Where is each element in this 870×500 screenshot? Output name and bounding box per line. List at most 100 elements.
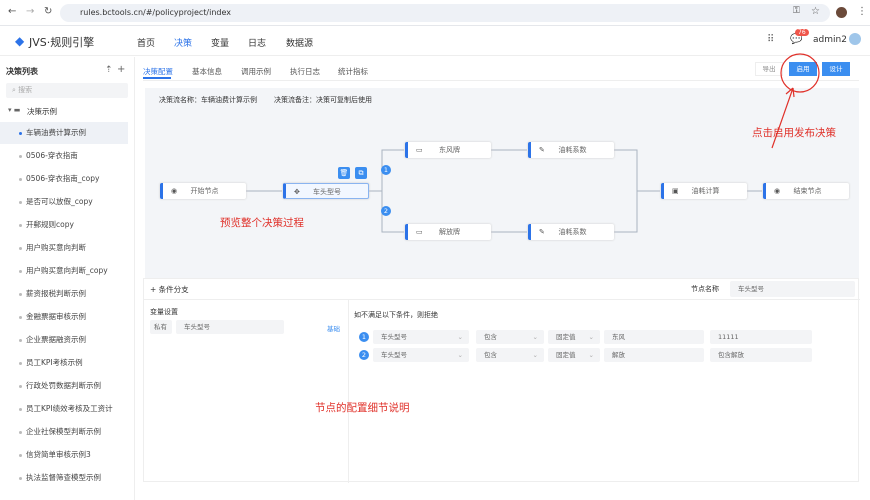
sidebar-item[interactable]: 0506-穿衣指南 [0, 145, 128, 167]
field-select[interactable]: 车头型号 ⌄ [373, 330, 469, 344]
sidebar-item[interactable]: 0506-穿衣指南_copy [0, 168, 128, 190]
chevron-down-icon: ⌄ [533, 348, 538, 362]
forward-icon[interactable]: → [26, 6, 34, 17]
node-start[interactable]: ◉开始节点 [160, 183, 246, 199]
app-header: ◆ JVS·规则引擎 [0, 26, 870, 56]
tab-call-example[interactable]: 调用示例 [241, 66, 271, 77]
field-value: 包含解放 [718, 351, 744, 359]
result-input[interactable]: 包含解放 [710, 348, 812, 362]
back-icon[interactable]: ← [8, 6, 16, 17]
sidebar-item[interactable]: 金融票据审核示例 [0, 306, 128, 328]
field-value: 车头型号 [381, 333, 407, 341]
password-key-icon[interactable]: ⚿ [793, 6, 800, 16]
annotation-preview: 预览整个决策过程 [220, 215, 304, 230]
node-label: 油耗系数 [559, 228, 587, 236]
branch-badge: 1 [381, 165, 391, 175]
folder-label[interactable]: 决策示例 [27, 106, 57, 117]
node-coef-2[interactable]: ✎ 油耗系数 [528, 224, 614, 240]
result-input[interactable]: 11111 [710, 330, 812, 344]
node-dongfeng[interactable]: ▭东风牌 [405, 142, 491, 158]
nav-variables[interactable]: 变量 [211, 36, 229, 49]
node-label: 解放牌 [439, 228, 460, 236]
operator-select[interactable]: 包含⌄ [476, 330, 544, 344]
node-label: 油耗计算 [692, 187, 720, 195]
sidebar-item[interactable]: 是否可以放假_copy [0, 191, 128, 213]
field-value: 固定值 [556, 333, 576, 341]
field-value: 包含 [484, 351, 497, 359]
add-icon[interactable]: + [117, 64, 125, 75]
upload-icon[interactable]: ⇡ [105, 65, 113, 75]
nav-datasource[interactable]: 数据源 [286, 36, 313, 49]
node-end[interactable]: ◉ 结束节点 [763, 183, 849, 199]
value-input[interactable]: 解放 [604, 348, 704, 362]
var-scope[interactable]: 私有 [150, 320, 172, 334]
node-jiefang[interactable]: ▭解放牌 [405, 224, 491, 240]
profile-avatar[interactable] [836, 7, 847, 18]
nav-decision[interactable]: 决策 [174, 36, 192, 49]
field-select[interactable]: 车头型号 ⌄ [373, 348, 469, 362]
divider [348, 299, 349, 483]
field-value: 车头型号 [381, 351, 407, 359]
sidebar-item[interactable]: 车辆油费计算示例 [0, 122, 128, 144]
tab-config[interactable]: 决策配置 [143, 66, 173, 77]
value-type-select[interactable]: 固定值⌄ [548, 348, 600, 362]
address-bar[interactable]: rules.bctools.cn/#/policyproject/index [60, 4, 830, 22]
node-name-input[interactable]: 车头型号 [730, 281, 855, 297]
annotation-publish: 点击启用发布决策 [752, 125, 836, 140]
node-head-model[interactable]: ✥车头型号 [283, 183, 369, 199]
value-type-select[interactable]: 固定值⌄ [548, 330, 600, 344]
tab-basic-info[interactable]: 基本信息 [192, 66, 222, 77]
delete-icon[interactable]: 🗑 [338, 167, 350, 179]
var-type[interactable]: 基础 [327, 323, 340, 333]
tab-indicator [143, 77, 171, 79]
row-index-badge: 1 [359, 332, 369, 342]
field-value: 固定值 [556, 351, 576, 359]
nav-home[interactable]: 首页 [137, 36, 155, 49]
search-input[interactable]: ⌕ 搜索 [6, 83, 128, 98]
node-coef-1[interactable]: ✎油耗系数 [528, 142, 614, 158]
chevron-down-icon: ⌄ [533, 330, 538, 344]
nav-logs[interactable]: 日志 [248, 36, 266, 49]
sidebar-item[interactable]: 用户购买意向判断 [0, 237, 128, 259]
user-avatar[interactable] [849, 33, 861, 45]
sidebar-item[interactable]: 行政处罚数据判断示例 [0, 375, 128, 397]
sidebar-item[interactable]: 开郵规则copy [0, 214, 128, 236]
sidebar-item[interactable]: 员工KPI考核示例 [0, 352, 128, 374]
node-label: 车头型号 [313, 188, 341, 196]
node-calc[interactable]: ▣油耗计算 [661, 183, 747, 199]
logo-icon: ◆ [15, 34, 24, 48]
menu-icon[interactable]: ⋮ [857, 6, 867, 17]
tab-exec-log[interactable]: 执行日志 [290, 66, 320, 77]
operator-select[interactable]: 包含 ⌄ [476, 348, 544, 362]
var-name[interactable]: 车头型号 [176, 320, 284, 334]
sidebar-item[interactable]: 薪资报税判断示例 [0, 283, 128, 305]
node-label: 油耗系数 [559, 146, 587, 154]
sidebar-item[interactable]: 员工KPI绩效考核及工资计 [0, 398, 128, 420]
card-icon: ▭ [416, 142, 423, 158]
var-title: 变量设置 [150, 307, 178, 317]
flow-canvas[interactable]: 决策流名称：车辆油费计算示例 决策流备注：决策可复制后使用 ◉开始节点 ✥车头型… [145, 88, 859, 278]
branch-badge: 2 [381, 206, 391, 216]
reload-icon[interactable]: ↻ [44, 6, 52, 17]
chevron-down-icon: ⌄ [458, 330, 463, 344]
sidebar-item[interactable]: 信贷简单审核示例3 [0, 444, 128, 466]
divider [144, 299, 860, 300]
panel-title: 条件分支 [159, 285, 189, 294]
sidebar: 决策列表 ⇡ + ⌕ 搜索 ▾ ▬ 决策示例 车辆油费计算示例0506-穿衣指南… [0, 57, 135, 500]
chevron-down-icon: ⌄ [458, 348, 463, 362]
node-label: 结束节点 [794, 187, 822, 195]
copy-icon[interactable]: ⧉ [355, 167, 367, 179]
sidebar-item[interactable]: 企业票据融资示例 [0, 329, 128, 351]
tab-stats[interactable]: 统计指标 [338, 66, 368, 77]
sidebar-item[interactable]: 用户购买意向判断_copy [0, 260, 128, 282]
edit-icon: ✎ [539, 224, 545, 240]
field-value: 11111 [718, 333, 739, 341]
sidebar-title: 决策列表 [6, 66, 38, 77]
sidebar-item[interactable]: 企业社保模型判断示例 [0, 421, 128, 443]
end-icon: ◉ [774, 183, 780, 199]
value-input[interactable]: 东风 [604, 330, 704, 344]
node-config-panel: + 条件分支 节点名称 车头型号 变量设置 私有 车头型号 基础 如不满足以下条… [143, 278, 859, 482]
sidebar-item[interactable]: 执法监督筛查模型示例 [0, 467, 128, 489]
folder-icon[interactable]: ▾ ▬ [8, 106, 20, 114]
bookmark-star-icon[interactable]: ☆ [811, 6, 820, 17]
